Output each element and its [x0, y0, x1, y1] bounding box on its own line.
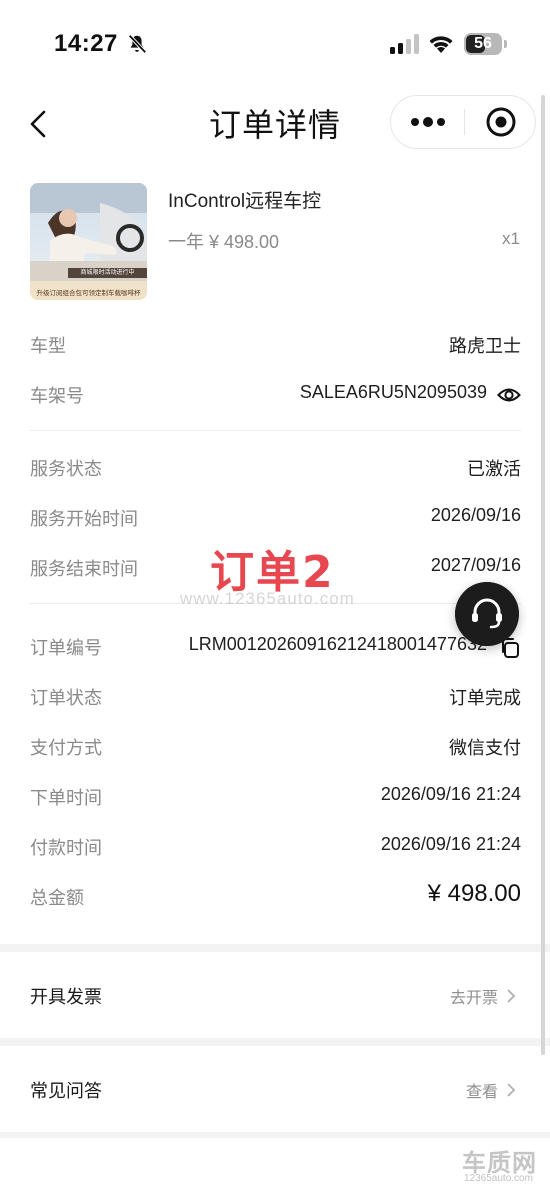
logo-watermark-url: 12365auto.com: [464, 1173, 533, 1184]
payment-time-value: 2026/09/16 21:24: [380, 834, 521, 854]
order-status-label: 订单状态: [30, 688, 102, 709]
logo-watermark: 车质网 12365auto.com: [458, 1143, 548, 1191]
scrollbar[interactable]: [541, 95, 545, 1055]
product-name: InControl远程车控: [168, 191, 322, 212]
payment-time-label: 付款时间: [30, 838, 102, 859]
bell-off-icon: [128, 34, 147, 54]
vehicle-model-label: 车型: [30, 336, 66, 357]
invoice-row[interactable]: 开具发票 去开票: [0, 952, 550, 1038]
section-gap: [0, 944, 550, 952]
divider: [30, 430, 521, 431]
battery-indicator: 56: [464, 33, 508, 55]
order-placed-row: 下单时间 2026/09/16 21:24: [30, 784, 521, 814]
site-watermark: www.12365auto.com: [180, 589, 355, 608]
vehicle-model-value: 路虎卫士: [449, 336, 521, 356]
total-amount-value: ¥ 498.00: [427, 880, 521, 907]
wifi-icon: [429, 36, 453, 53]
vin-label: 车架号: [30, 386, 84, 407]
order-placed-value: 2026/09/16 21:24: [380, 784, 521, 804]
payment-method-label: 支付方式: [30, 738, 102, 759]
service-start-value: 2026/09/16: [430, 505, 521, 525]
total-amount-row: 总金额 ¥ 498.00: [30, 880, 521, 914]
status-time: 14:27: [54, 30, 118, 57]
payment-time-row: 付款时间 2026/09/16 21:24: [30, 834, 521, 864]
service-status-label: 服务状态: [30, 459, 102, 480]
chevron-right-icon: [507, 989, 516, 1003]
more-dots-icon[interactable]: [391, 96, 464, 148]
payment-method-row: 支付方式 微信支付: [30, 734, 521, 764]
status-bar: 14:27 56: [0, 0, 550, 86]
order-number-value: LRM001202609162124180014776​32: [188, 634, 487, 654]
service-end-label: 服务结束时间: [30, 559, 138, 580]
service-start-label: 服务开始时间: [30, 509, 138, 530]
section-gap: [0, 1038, 550, 1046]
section-gap: [0, 1132, 550, 1138]
vin-row: 车架号 SALEA6RU5N2095039: [30, 382, 521, 412]
thumb-caption: 升级订阅组合包可领定制车载咖啡杯: [36, 289, 141, 297]
order-number-row: 订单编号 LRM001202609162124180014776​32: [30, 634, 521, 664]
cellular-signal-icon: [390, 34, 419, 54]
total-amount-label: 总金额: [30, 888, 84, 909]
thumb-badge: 商城限时活动进行中: [68, 268, 147, 278]
mini-program-capsule: [390, 95, 536, 149]
order-placed-label: 下单时间: [30, 788, 102, 809]
product-image: [30, 183, 147, 300]
battery-percent: 56: [474, 35, 492, 52]
order-number-label: 订单编号: [30, 638, 102, 659]
eye-icon[interactable]: [497, 384, 521, 406]
payment-method-value: 微信支付: [449, 738, 521, 758]
service-status-row: 服务状态 已激活: [30, 455, 521, 485]
order-status-value: 订单完成: [449, 688, 521, 708]
close-target-icon[interactable]: [465, 96, 536, 148]
service-start-row: 服务开始时间 2026/09/16: [30, 505, 521, 535]
chevron-right-icon: [507, 1083, 516, 1097]
product-quantity: x1: [502, 229, 520, 248]
order-status-row: 订单状态 订单完成: [30, 684, 521, 714]
faq-label: 常见问答: [30, 1081, 102, 1102]
product-price: 一年 ¥ 498.00: [168, 232, 280, 252]
service-status-value: 已激活: [467, 459, 521, 479]
customer-service-icon[interactable]: [455, 582, 519, 646]
service-end-value: 2027/09/16: [430, 555, 521, 575]
vin-value: SALEA6RU5N2095039: [299, 382, 487, 402]
faq-action[interactable]: 查看: [466, 1078, 498, 1102]
invoice-label: 开具发票: [30, 987, 102, 1008]
vehicle-model-row: 车型 路虎卫士: [30, 332, 521, 362]
product-thumbnail[interactable]: 商城限时活动进行中 升级订阅组合包可领定制车载咖啡杯: [30, 183, 147, 300]
invoice-action[interactable]: 去开票: [450, 984, 498, 1008]
faq-row[interactable]: 常见问答 查看: [0, 1046, 550, 1132]
